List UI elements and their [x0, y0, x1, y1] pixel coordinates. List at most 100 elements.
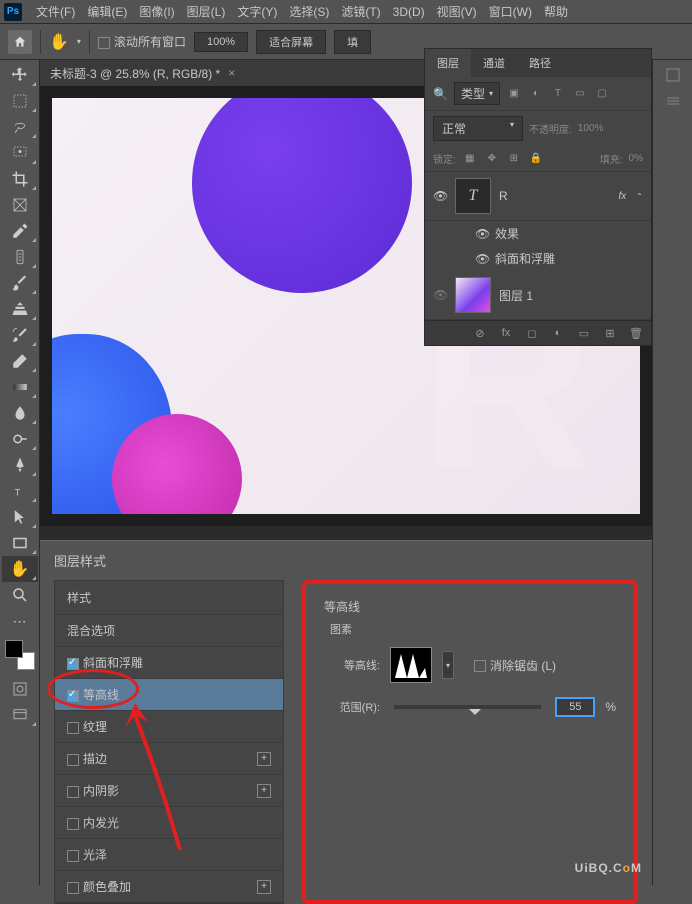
texture-row[interactable]: 纹理 [55, 711, 283, 743]
blend-options-row[interactable]: 混合选项 [55, 615, 283, 647]
lasso-tool[interactable] [2, 114, 38, 140]
tab-channels[interactable]: 通道 [471, 49, 517, 77]
color-swatches[interactable] [5, 640, 35, 670]
filter-type-icon[interactable]: T [550, 87, 566, 101]
contour-thumbnail[interactable] [390, 647, 432, 683]
frame-tool[interactable] [2, 192, 38, 218]
layer-r[interactable]: 👁 T R fx ⌃ [425, 172, 651, 221]
layer-name: 图层 1 [499, 287, 533, 304]
move-tool[interactable] [2, 62, 38, 88]
blur-tool[interactable] [2, 400, 38, 426]
gradient-tool[interactable] [2, 374, 38, 400]
visibility-toggle[interactable]: 👁 [433, 288, 447, 302]
menu-help[interactable]: 帮助 [538, 3, 574, 20]
fill-screen-button[interactable]: 填 [334, 30, 371, 54]
healing-brush-tool[interactable] [2, 244, 38, 270]
menu-filter[interactable]: 滤镜(T) [335, 3, 386, 20]
hand-tool[interactable]: ✋ [2, 556, 38, 582]
menu-view[interactable]: 视图(V) [431, 3, 483, 20]
adjustment-icon[interactable]: ◐ [549, 325, 567, 341]
fx-badge[interactable]: fx [619, 191, 627, 202]
eyedropper-tool[interactable] [2, 218, 38, 244]
stroke-row[interactable]: 描边+ [55, 743, 283, 775]
zoom-tool[interactable] [2, 582, 38, 608]
visibility-toggle[interactable]: 👁 [433, 189, 447, 203]
lock-all-icon[interactable]: 🔒 [528, 152, 544, 166]
rectangle-tool[interactable] [2, 530, 38, 556]
filter-smart-icon[interactable]: ▢ [594, 87, 610, 101]
collapsed-panel-1[interactable] [655, 62, 691, 88]
fit-screen-button[interactable]: 适合屏幕 [256, 30, 326, 54]
contour-dropdown-icon[interactable]: ▾ [442, 651, 454, 679]
close-tab-icon[interactable]: × [228, 66, 235, 80]
visibility-toggle[interactable]: 👁 [475, 227, 489, 241]
tab-paths[interactable]: 路径 [517, 49, 563, 77]
antialias-checkbox[interactable]: 消除锯齿 (L) [474, 657, 556, 674]
filter-image-icon[interactable]: ▣ [506, 87, 522, 101]
group-icon[interactable]: ▭ [575, 325, 593, 341]
menu-layer[interactable]: 图层(L) [181, 3, 232, 20]
slider-thumb[interactable] [469, 709, 481, 721]
layer-1[interactable]: 👁 图层 1 [425, 271, 651, 320]
edit-toolbar[interactable]: ⋯ [2, 608, 38, 634]
add-color-overlay-icon[interactable]: + [257, 880, 271, 894]
quick-select-tool[interactable] [2, 140, 38, 166]
link-layers-icon[interactable]: ⊘ [471, 325, 489, 341]
effects-row[interactable]: 👁效果 [425, 221, 651, 246]
lock-position-icon[interactable]: ✥ [484, 152, 500, 166]
fill-value[interactable]: 0% [629, 153, 643, 164]
add-inner-shadow-icon[interactable]: + [257, 784, 271, 798]
menu-select[interactable]: 选择(S) [283, 3, 335, 20]
menu-window[interactable]: 窗口(W) [483, 3, 538, 20]
lock-pixels-icon[interactable]: ▦ [462, 152, 478, 166]
delete-icon[interactable]: 🗑 [627, 325, 645, 341]
screen-mode-toggle[interactable] [2, 702, 38, 728]
range-value-input[interactable]: 55 [555, 697, 595, 717]
bevel-label: 斜面和浮雕 [495, 250, 555, 267]
bevel-effect-row[interactable]: 👁 斜面和浮雕 [425, 246, 651, 271]
menu-3d[interactable]: 3D(D) [387, 5, 431, 19]
fx-icon[interactable]: fx [497, 325, 515, 341]
filter-adjust-icon[interactable]: ◐ [528, 87, 544, 101]
zoom-level[interactable]: 100% [194, 32, 248, 52]
color-overlay-row[interactable]: 颜色叠加+ [55, 871, 283, 903]
satin-row[interactable]: 光泽 [55, 839, 283, 871]
ps-logo: Ps [4, 3, 22, 21]
menu-file[interactable]: 文件(F) [30, 3, 81, 20]
inner-shadow-row[interactable]: 内阴影+ [55, 775, 283, 807]
blend-mode-dropdown[interactable]: 正常▾ [433, 116, 523, 141]
menu-type[interactable]: 文字(Y) [231, 3, 283, 20]
scroll-all-windows-checkbox[interactable]: 滚动所有窗口 [98, 33, 186, 50]
collapsed-panel-2[interactable] [655, 88, 691, 114]
add-stroke-icon[interactable]: + [257, 752, 271, 766]
brush-tool[interactable] [2, 270, 38, 296]
clone-stamp-tool[interactable] [2, 296, 38, 322]
new-layer-icon[interactable]: ⊞ [601, 325, 619, 341]
eraser-tool[interactable] [2, 348, 38, 374]
foreground-color[interactable] [5, 640, 23, 658]
quick-mask-toggle[interactable] [2, 676, 38, 702]
bevel-row[interactable]: 斜面和浮雕 [55, 647, 283, 679]
dodge-tool[interactable] [2, 426, 38, 452]
filter-shape-icon[interactable]: ▭ [572, 87, 588, 101]
layer-filter-dropdown[interactable]: 类型▾ [454, 82, 500, 105]
mask-icon[interactable]: ◻ [523, 325, 541, 341]
tool-preset-dropdown[interactable]: ▾ [77, 37, 81, 46]
pen-tool[interactable] [2, 452, 38, 478]
fx-expand-icon[interactable]: ⌃ [636, 192, 643, 201]
visibility-toggle[interactable]: 👁 [475, 252, 489, 266]
tab-layers[interactable]: 图层 [425, 49, 471, 77]
history-brush-tool[interactable] [2, 322, 38, 348]
contour-row[interactable]: 等高线 [55, 679, 283, 711]
marquee-tool[interactable] [2, 88, 38, 114]
type-tool[interactable]: T [2, 478, 38, 504]
menu-image[interactable]: 图像(I) [133, 3, 180, 20]
home-button[interactable] [8, 30, 32, 54]
lock-artboard-icon[interactable]: ⊞ [506, 152, 522, 166]
range-slider[interactable] [394, 705, 541, 709]
path-select-tool[interactable] [2, 504, 38, 530]
crop-tool[interactable] [2, 166, 38, 192]
menu-edit[interactable]: 编辑(E) [81, 3, 133, 20]
inner-glow-row[interactable]: 内发光 [55, 807, 283, 839]
opacity-value[interactable]: 100% [578, 123, 604, 134]
